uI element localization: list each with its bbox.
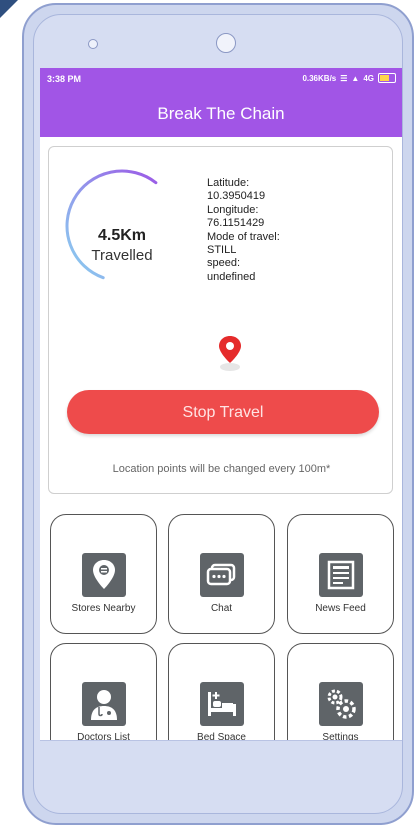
doctors-list-tile[interactable]: Doctors List [50, 643, 157, 740]
app-bar: 3:38 PM 0.36KB/s ☰ ▲ 4G Break The Chain [40, 68, 402, 137]
battery-icon [378, 73, 396, 83]
longitude-value: 76.1151429 [207, 217, 265, 230]
doctor-icon [82, 682, 126, 726]
location-pin-icon [219, 336, 241, 371]
status-icons: 0.36KB/s ☰ ▲ 4G [302, 73, 396, 83]
store-location-icon [82, 553, 126, 597]
signal-icon: ▲ [351, 73, 360, 83]
distance-progress-ring [65, 169, 158, 280]
mode-value: STILL [207, 244, 237, 257]
news-feed-tile[interactable]: News Feed [287, 514, 394, 634]
tile-label: Bed Space [197, 732, 246, 740]
tile-label: Doctors List [77, 732, 130, 740]
network-type: 4G [363, 73, 374, 83]
latitude-label: Latitude: [207, 177, 250, 189]
phone-camera [216, 33, 236, 53]
phone-sensor-dot [88, 39, 98, 49]
tile-label: News Feed [315, 603, 366, 614]
wifi-icon: ☰ [340, 73, 348, 83]
stores-nearby-tile[interactable]: Stores Nearby [50, 514, 157, 634]
tile-label: Chat [210, 603, 233, 614]
location-update-note: Location points will be changed every 10… [112, 463, 331, 475]
latitude-value: 10.3950419 [207, 190, 266, 203]
location-info: Latitude: 10.3950419 Longitude: 76.11514… [207, 177, 357, 284]
corner-decoration [0, 0, 18, 18]
screen-bottom-edge [40, 740, 402, 741]
status-time: 3:38 PM [47, 74, 82, 84]
chat-icon [200, 553, 244, 597]
tile-label: Settings [322, 732, 359, 740]
distance-value: 4.5Km [97, 227, 147, 244]
mode-label: Mode of travel: [207, 230, 280, 243]
stop-travel-button[interactable]: Stop Travel [67, 390, 379, 434]
speed-label: speed: [207, 257, 241, 270]
settings-gears-icon [319, 682, 363, 726]
settings-tile[interactable]: Settings [287, 643, 394, 740]
travel-card: 4.5Km Travelled Latitude: 10.3950419 Lon… [48, 146, 393, 494]
tile-label: Stores Nearby [71, 603, 136, 614]
app-screen: 3:38 PM 0.36KB/s ☰ ▲ 4G Break The Chain … [40, 68, 402, 740]
chat-tile[interactable]: Chat [168, 514, 275, 634]
longitude-label: Longitude: [207, 203, 259, 216]
network-speed: 0.36KB/s [302, 73, 337, 83]
distance-label: Travelled [91, 247, 153, 264]
bed-space-tile[interactable]: Bed Space [168, 643, 275, 740]
speed-value: undefined [207, 270, 256, 283]
app-title: Break The Chain [157, 104, 285, 123]
news-feed-icon [319, 553, 363, 597]
bed-icon [200, 682, 244, 726]
